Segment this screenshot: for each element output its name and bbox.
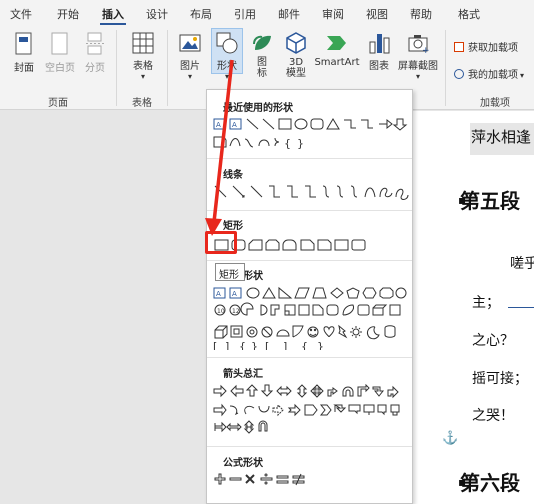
annotation-arrow	[205, 59, 234, 236]
